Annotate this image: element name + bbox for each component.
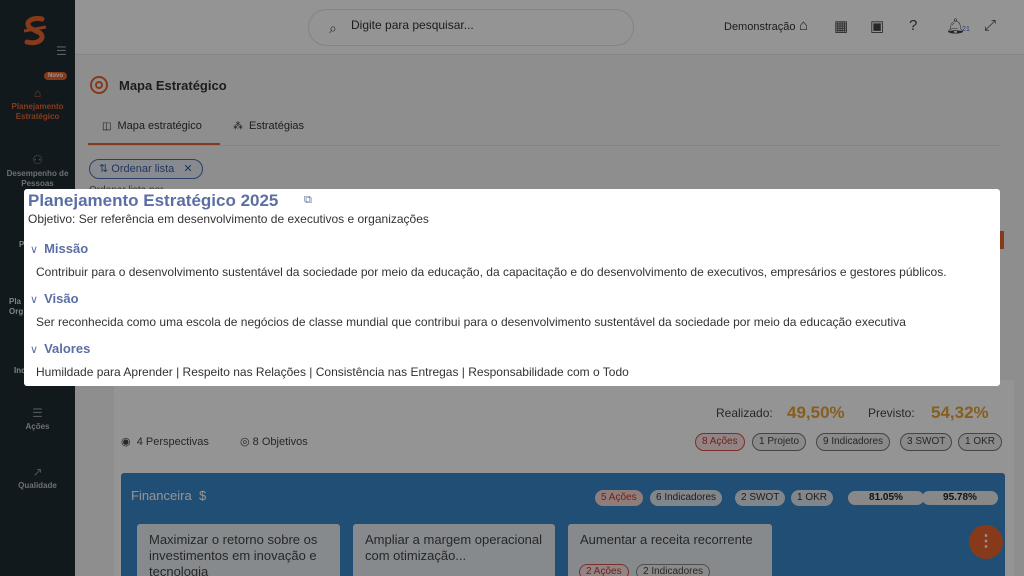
plan-details-popup: Planejamento Estratégico 2025 ⧉ Objetivo… <box>24 189 1000 386</box>
visao-text: Ser reconhecida como uma escola de negóc… <box>36 315 906 329</box>
valores-text: Humildade para Aprender | Respeito nas R… <box>36 365 629 379</box>
section-toggle-missao[interactable]: ∨ Missão <box>30 241 88 256</box>
chevron-down-icon: ∨ <box>30 294 39 306</box>
plan-title: Planejamento Estratégico 2025 <box>28 191 279 210</box>
section-toggle-visao[interactable]: ∨ Visão <box>30 291 79 306</box>
sidebar-partial-label: Org <box>9 307 24 316</box>
section-heading: Missão <box>44 241 89 256</box>
missao-text: Contribuir para o desenvolvimento susten… <box>36 265 947 279</box>
section-toggle-valores[interactable]: ∨ Valores <box>30 341 90 356</box>
section-heading: Visão <box>44 291 79 306</box>
chevron-down-icon: ∨ <box>30 244 39 256</box>
chevron-down-icon: ∨ <box>30 344 39 356</box>
sidebar-partial-label: Pla <box>9 297 22 306</box>
plan-objective: Objetivo: Ser referência em desenvolvime… <box>28 212 429 226</box>
external-link-icon[interactable]: ⧉ <box>304 194 312 207</box>
section-heading: Valores <box>44 341 91 356</box>
